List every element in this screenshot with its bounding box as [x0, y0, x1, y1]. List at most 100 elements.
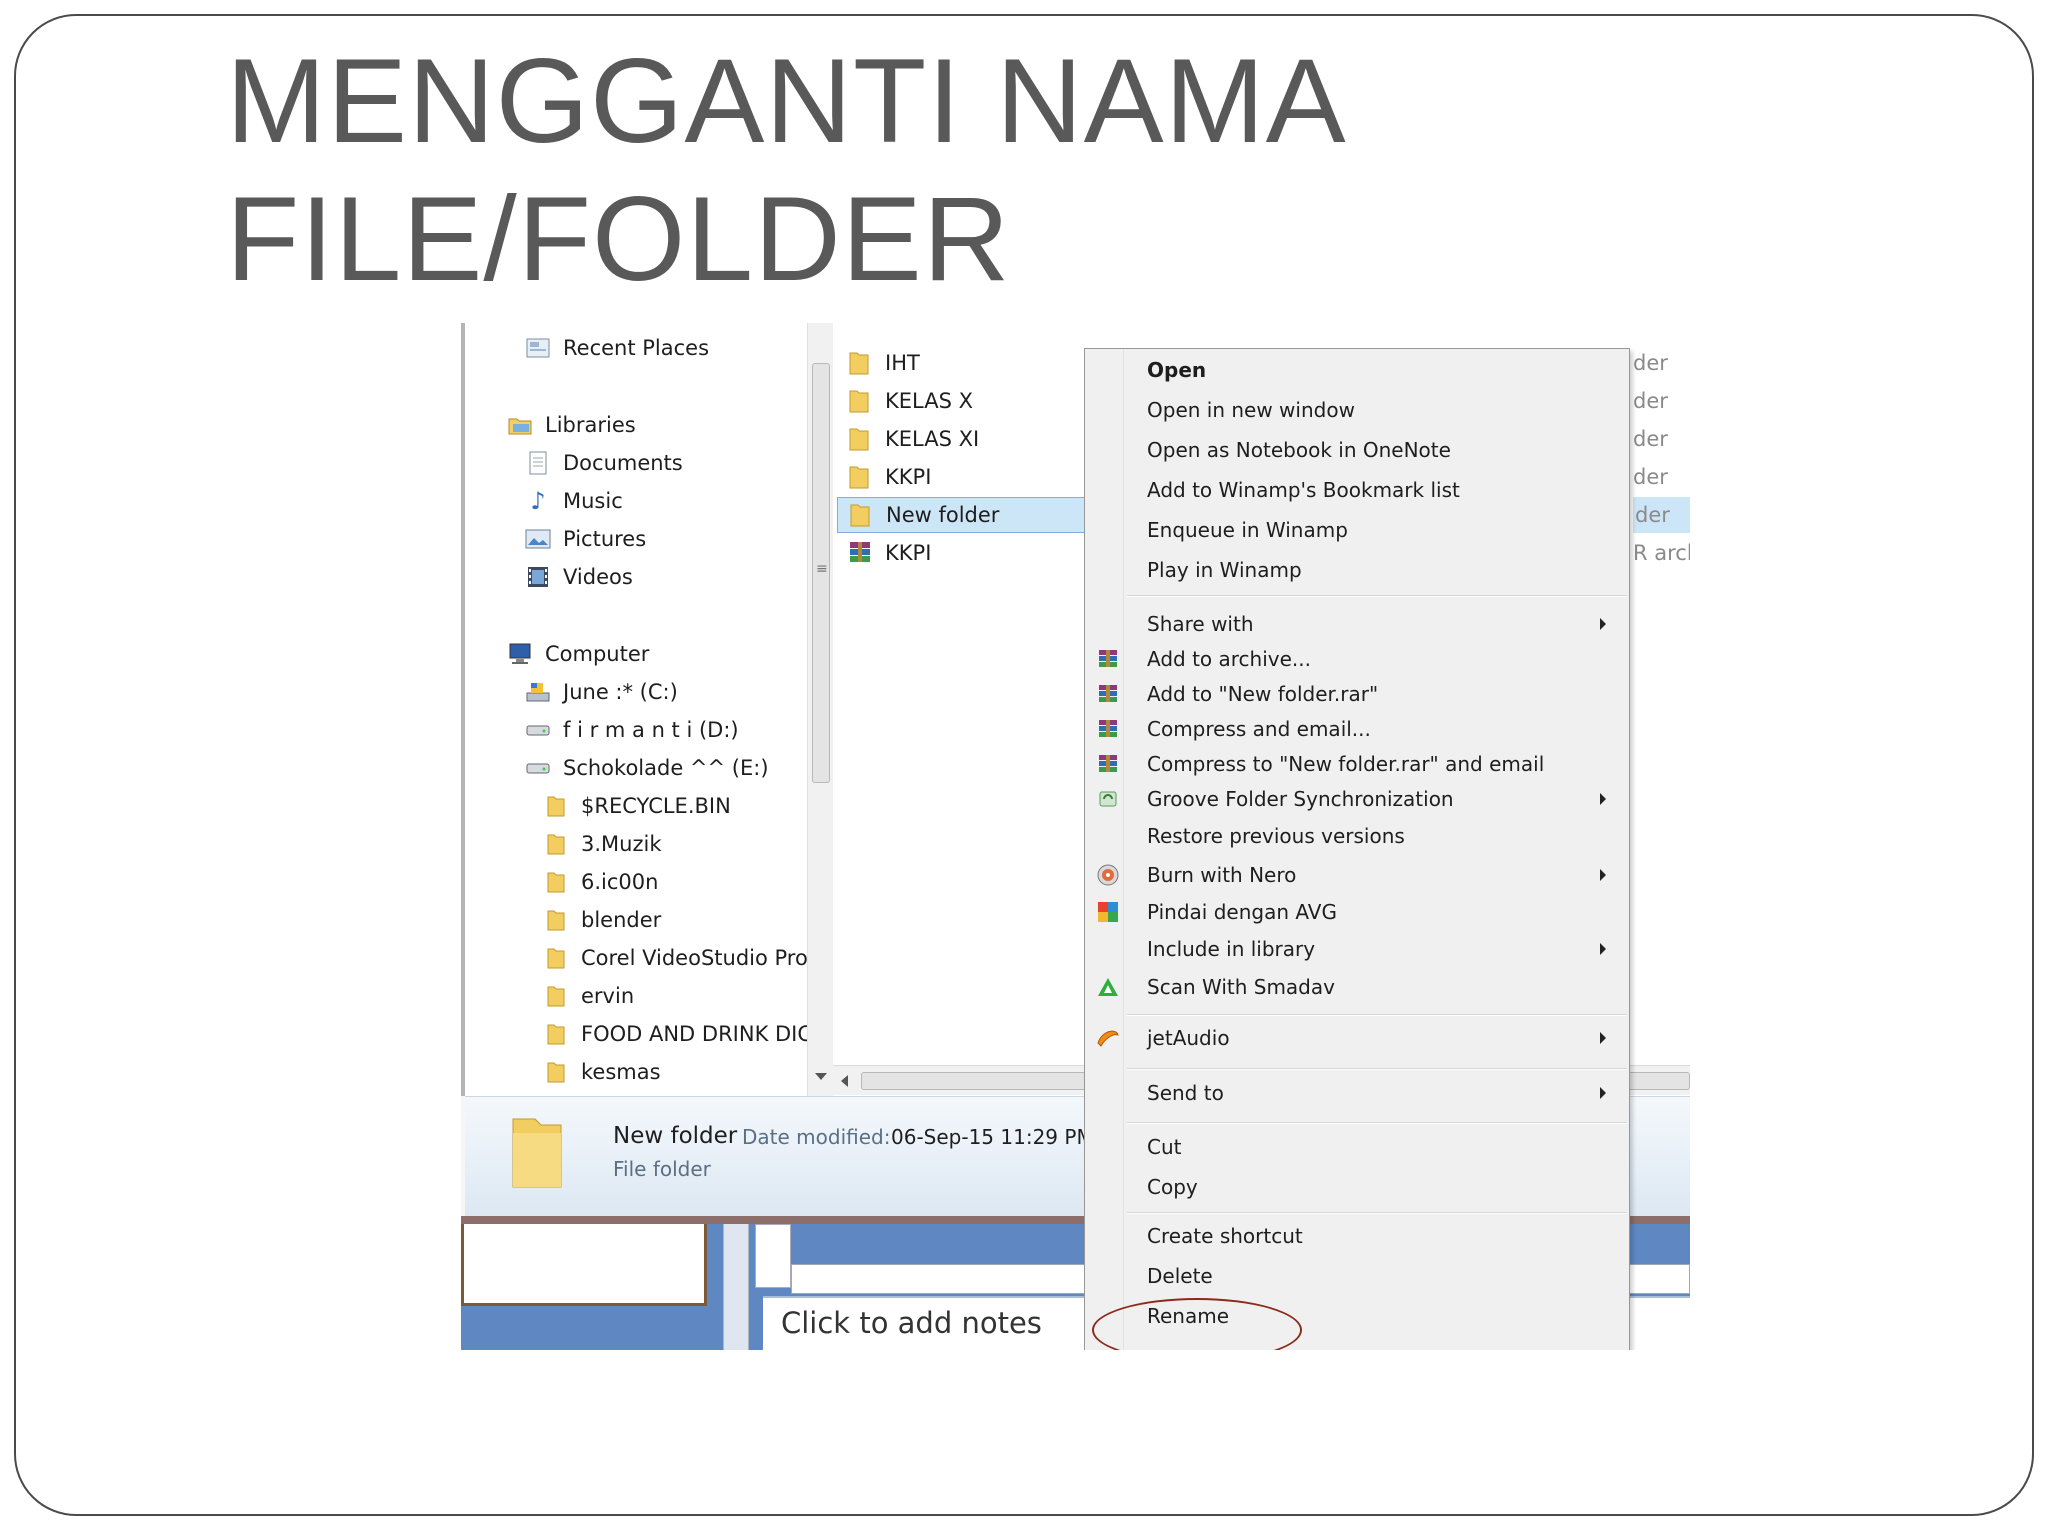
nav-libraries[interactable]: Libraries: [507, 407, 636, 443]
menu-item-open-new-window[interactable]: Open in new window: [1085, 395, 1629, 425]
menu-item-scan-smadav[interactable]: Scan With Smadav: [1085, 972, 1629, 1002]
menu-item-delete[interactable]: Delete: [1085, 1261, 1629, 1291]
groove-sync-icon: [1095, 786, 1121, 812]
smadav-icon: [1095, 974, 1121, 1000]
nav-folder-label: $RECYCLE.BIN: [581, 794, 731, 818]
menu-item-restore-versions[interactable]: Restore previous versions: [1085, 821, 1629, 851]
scroll-down-icon[interactable]: [815, 1073, 827, 1080]
menu-item-send-to[interactable]: Send to: [1085, 1078, 1629, 1108]
submenu-arrow-icon: [1600, 618, 1606, 630]
file-item[interactable]: IHT: [847, 345, 920, 381]
nav-folder[interactable]: 6.ic00n: [543, 864, 658, 900]
menu-item-cut[interactable]: Cut: [1085, 1132, 1629, 1162]
nav-folder-label: blender: [581, 908, 662, 932]
menu-item-compress-email[interactable]: Compress and email...: [1085, 714, 1629, 744]
nav-folder[interactable]: $RECYCLE.BIN: [543, 788, 731, 824]
menu-item-include-library[interactable]: Include in library: [1085, 934, 1629, 964]
scroll-grip-icon: ≡: [816, 561, 828, 577]
nav-folder[interactable]: Corel VideoStudio Pro X: [543, 940, 829, 976]
menu-item-label: Pindai dengan AVG: [1147, 900, 1337, 924]
nav-drive-e[interactable]: Schokolade ^^ (E:): [525, 750, 769, 786]
nav-folder-label: 3.Muzik: [581, 832, 662, 856]
file-item[interactable]: KELAS XI: [847, 421, 979, 457]
avg-icon: [1095, 899, 1121, 925]
menu-item-label: Include in library: [1147, 937, 1316, 961]
menu-item-groove-sync[interactable]: Groove Folder Synchronization: [1085, 784, 1629, 814]
folder-icon: [847, 425, 875, 453]
menu-item-label: Enqueue in Winamp: [1147, 518, 1348, 542]
file-item-label: KELAS XI: [885, 427, 980, 451]
file-item[interactable]: KKPI: [847, 459, 931, 495]
nav-drive-e-label: Schokolade ^^ (E:): [563, 756, 769, 780]
type-column-cell: der: [1633, 427, 1668, 451]
winrar-icon: [1095, 646, 1121, 672]
menu-item-create-shortcut[interactable]: Create shortcut: [1085, 1221, 1629, 1251]
nav-scrollbar[interactable]: ≡: [807, 323, 833, 1096]
navigation-pane: Recent Places Libraries Documents ♪ Musi…: [461, 323, 829, 1096]
nav-recent-places[interactable]: Recent Places: [525, 330, 709, 366]
mini-slide-panel: [755, 1224, 791, 1288]
videos-icon: [525, 564, 551, 590]
menu-item-copy[interactable]: Copy: [1085, 1172, 1629, 1202]
pictures-icon: [525, 526, 551, 552]
menu-item-enqueue-winamp[interactable]: Enqueue in Winamp: [1085, 515, 1629, 545]
pane-splitter[interactable]: [723, 1224, 749, 1350]
menu-item-label: Scan With Smadav: [1147, 975, 1335, 999]
nav-pictures[interactable]: Pictures: [525, 521, 646, 557]
submenu-arrow-icon: [1600, 793, 1606, 805]
menu-separator: [1127, 1122, 1627, 1124]
context-menu: Open Open in new window Open as Notebook…: [1084, 348, 1630, 1350]
type-column-cell: der: [1633, 351, 1668, 375]
nav-music[interactable]: ♪ Music: [525, 483, 622, 519]
menu-item-add-rar[interactable]: Add to "New folder.rar": [1085, 679, 1629, 709]
folder-icon: [543, 831, 569, 857]
menu-separator: [1127, 1068, 1627, 1070]
menu-item-burn-nero[interactable]: Burn with Nero: [1085, 860, 1629, 890]
nav-folder[interactable]: FOOD AND DRINK DICT: [543, 1016, 825, 1052]
file-item[interactable]: KELAS X: [847, 383, 973, 419]
menu-item-label: Open as Notebook in OneNote: [1147, 438, 1451, 462]
menu-item-open[interactable]: Open: [1085, 355, 1629, 385]
nav-folder[interactable]: blender: [543, 902, 661, 938]
nav-folder[interactable]: 3.Muzik: [543, 826, 661, 862]
file-item-label: New folder: [886, 503, 1000, 527]
menu-item-jetaudio[interactable]: jetAudio: [1085, 1023, 1629, 1053]
menu-item-label: Copy: [1147, 1175, 1198, 1199]
slide-thumbnail[interactable]: [461, 1224, 707, 1306]
nav-folder-label: 6.ic00n: [581, 870, 659, 894]
folder-icon: [543, 869, 569, 895]
submenu-arrow-icon: [1600, 943, 1606, 955]
menu-item-label: Play in Winamp: [1147, 558, 1302, 582]
hard-drive-icon: [525, 755, 551, 781]
menu-item-add-archive[interactable]: Add to archive...: [1085, 644, 1629, 674]
nav-documents[interactable]: Documents: [525, 445, 683, 481]
notes-placeholder: Click to add notes: [781, 1306, 1042, 1340]
menu-item-play-winamp[interactable]: Play in Winamp: [1085, 555, 1629, 585]
details-type: File folder: [613, 1157, 711, 1181]
nav-videos[interactable]: Videos: [525, 559, 633, 595]
menu-item-label: Send to: [1147, 1081, 1224, 1105]
menu-item-share-with[interactable]: Share with: [1085, 609, 1629, 639]
nav-drive-d[interactable]: f i r m a n t i (D:): [525, 712, 739, 748]
scroll-left-icon[interactable]: [841, 1075, 848, 1087]
menu-item-scan-avg[interactable]: Pindai dengan AVG: [1085, 897, 1629, 927]
slide-title-line-2: FILE/FOLDER: [226, 172, 1011, 306]
menu-item-label: Create shortcut: [1147, 1224, 1303, 1248]
nav-folder[interactable]: ervin: [543, 978, 634, 1014]
menu-item-open-onenote[interactable]: Open as Notebook in OneNote: [1085, 435, 1629, 465]
nav-drive-c[interactable]: June :* (C:): [525, 674, 678, 710]
nav-folder[interactable]: kesmas: [543, 1054, 661, 1090]
file-item-label: IHT: [885, 351, 920, 375]
nav-computer[interactable]: Computer: [507, 636, 649, 672]
folder-icon: [543, 1021, 569, 1047]
file-item[interactable]: KKPI: [847, 535, 931, 571]
menu-item-label: Open in new window: [1147, 398, 1355, 422]
menu-item-compress-rar-email[interactable]: Compress to "New folder.rar" and email: [1085, 749, 1629, 779]
menu-item-label: Add to Winamp's Bookmark list: [1147, 478, 1460, 502]
system-drive-icon: [525, 679, 551, 705]
menu-item-label: Compress and email...: [1147, 717, 1371, 741]
nav-folder-label: FOOD AND DRINK DICT: [581, 1022, 825, 1046]
menu-item-winamp-bookmark[interactable]: Add to Winamp's Bookmark list: [1085, 475, 1629, 505]
menu-item-label: jetAudio: [1147, 1026, 1230, 1050]
file-item-selected[interactable]: New folder: [837, 497, 1087, 533]
